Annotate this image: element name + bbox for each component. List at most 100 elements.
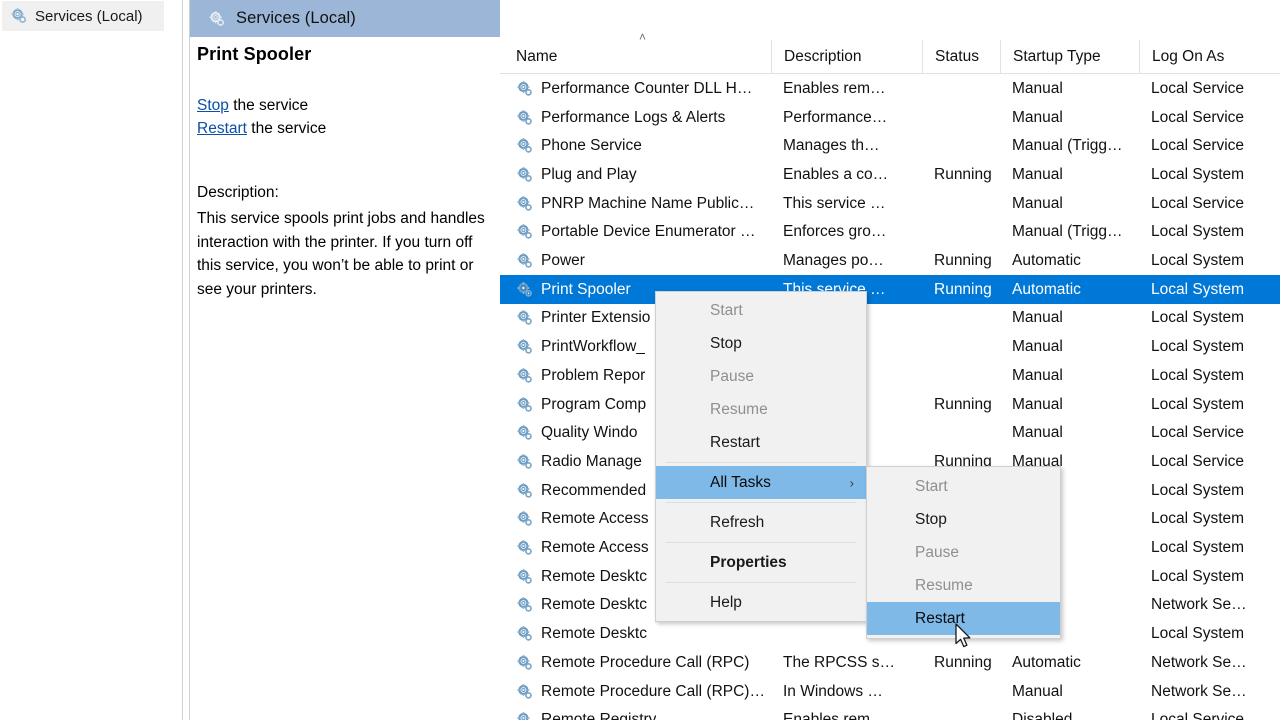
- service-gear-icon: [516, 654, 534, 672]
- cell-name: Radio Manage: [516, 448, 642, 477]
- service-gear-icon: [10, 7, 28, 25]
- table-row-selected[interactable]: Print SpoolerThis service …RunningAutoma…: [500, 275, 1280, 304]
- cell-startup-type: Manual: [1012, 161, 1063, 190]
- menu-item-label: Restart: [710, 434, 760, 452]
- all-tasks-submenu[interactable]: StartStopPauseResumeRestart: [866, 466, 1061, 639]
- table-row[interactable]: Printer Extensio…ManualLocal System: [500, 304, 1280, 333]
- menu-item-help[interactable]: Help: [656, 586, 866, 619]
- service-name-label: PNRP Machine Name Public…: [541, 195, 754, 213]
- service-name-label: Remote Access: [541, 510, 649, 528]
- service-gear-icon: [516, 166, 534, 184]
- table-row[interactable]: Performance Logs & AlertsPerformance…Man…: [500, 103, 1280, 132]
- cell-description: Manages th…: [783, 132, 880, 161]
- cell-startup-type: Manual: [1012, 362, 1063, 391]
- service-gear-icon: [516, 482, 534, 500]
- service-gear-icon: [516, 109, 534, 127]
- submenu-item-restart[interactable]: Restart: [867, 602, 1060, 635]
- table-row[interactable]: Remote Procedure Call (RPC)The RPCSS s…R…: [500, 649, 1280, 678]
- service-gear-icon: [516, 80, 534, 98]
- service-name-label: Problem Repor: [541, 367, 645, 385]
- column-header-status[interactable]: Status: [922, 40, 1000, 73]
- cell-log-on-as: Local Service: [1151, 103, 1244, 132]
- service-gear-icon: [516, 539, 534, 557]
- cell-startup-type: Manual: [1012, 390, 1063, 419]
- column-header-description[interactable]: Description: [771, 40, 922, 73]
- cell-name: PNRP Machine Name Public…: [516, 189, 754, 218]
- cell-name: Remote Desktc: [516, 562, 647, 591]
- submenu-item-pause: Pause: [867, 536, 1060, 569]
- tree-item-label: Services (Local): [35, 8, 143, 25]
- cell-startup-type: Manual: [1012, 75, 1063, 104]
- table-row[interactable]: Performance Counter DLL H…Enables rem…Ma…: [500, 75, 1280, 104]
- cell-log-on-as: Network Se…: [1151, 591, 1247, 620]
- service-gear-icon: [516, 711, 534, 720]
- cell-log-on-as: Local System: [1151, 218, 1244, 247]
- service-gear-icon: [516, 596, 534, 614]
- cell-log-on-as: Local System: [1151, 362, 1244, 391]
- submenu-item-stop[interactable]: Stop: [867, 503, 1060, 536]
- table-row[interactable]: Remote RegistryEnables rem…DisabledLocal…: [500, 706, 1280, 720]
- restart-service-link[interactable]: Restart: [197, 120, 247, 137]
- cell-log-on-as: Local System: [1151, 161, 1244, 190]
- tree-item-services-local[interactable]: Services (Local): [2, 1, 164, 31]
- table-row[interactable]: Program Comp…RunningManualLocal System: [500, 390, 1280, 419]
- menu-item-properties[interactable]: Properties: [656, 546, 866, 579]
- column-header-startup-type[interactable]: Startup Type: [1000, 40, 1139, 73]
- menu-item-label: Pause: [710, 368, 754, 386]
- cell-log-on-as: Local Service: [1151, 706, 1244, 720]
- service-name-label: Remote Desktc: [541, 625, 647, 643]
- service-gear-icon: [516, 281, 534, 299]
- cell-name: Remote Registry: [516, 706, 656, 720]
- cell-startup-type: Automatic: [1012, 275, 1081, 304]
- menu-item-stop[interactable]: Stop: [656, 327, 866, 360]
- service-gear-icon: [516, 195, 534, 213]
- cell-name: Printer Extensio: [516, 304, 650, 333]
- service-gear-icon: [516, 137, 534, 155]
- table-row[interactable]: PrintWorkflow_p…ManualLocal System: [500, 333, 1280, 362]
- stop-service-line: Stop the service: [197, 95, 326, 118]
- menu-item-label: Help: [710, 594, 742, 612]
- cell-startup-type: Manual: [1012, 333, 1063, 362]
- column-header-name[interactable]: Name: [500, 40, 771, 73]
- menu-item-label: Properties: [710, 554, 787, 572]
- cell-startup-type: Manual: [1012, 419, 1063, 448]
- cell-description: Manages po…: [783, 247, 884, 276]
- stop-service-link[interactable]: Stop: [197, 97, 229, 114]
- table-row[interactable]: PNRP Machine Name Public…This service …M…: [500, 189, 1280, 218]
- table-row[interactable]: Phone ServiceManages th…Manual (Trigg…Lo…: [500, 132, 1280, 161]
- menu-item-refresh[interactable]: Refresh: [656, 506, 866, 539]
- service-gear-icon: [516, 683, 534, 701]
- table-row[interactable]: Problem Repor…ManualLocal System: [500, 362, 1280, 391]
- cell-startup-type: Automatic: [1012, 247, 1081, 276]
- menu-item-all-tasks[interactable]: All Tasks›: [656, 466, 866, 499]
- cell-name: Remote Procedure Call (RPC): [516, 649, 749, 678]
- service-name-label: Remote Procedure Call (RPC): [541, 654, 749, 672]
- column-header-log-on-as[interactable]: Log On As: [1139, 40, 1280, 73]
- table-row[interactable]: Plug and PlayEnables a co…RunningManualL…: [500, 161, 1280, 190]
- menu-item-restart[interactable]: Restart: [656, 426, 866, 459]
- cell-log-on-as: Local Service: [1151, 419, 1244, 448]
- service-gear-icon: [516, 453, 534, 471]
- table-row[interactable]: Portable Device Enumerator …Enforces gro…: [500, 218, 1280, 247]
- menu-separator: [666, 542, 856, 543]
- pane-splitter-left[interactable]: [182, 0, 190, 720]
- cell-log-on-as: Local Service: [1151, 75, 1244, 104]
- cell-startup-type: Manual: [1012, 304, 1063, 333]
- cell-log-on-as: Local System: [1151, 390, 1244, 419]
- restart-service-line: Restart the service: [197, 118, 326, 141]
- cell-log-on-as: Local System: [1151, 275, 1244, 304]
- cell-name: Program Comp: [516, 390, 646, 419]
- submenu-item-label: Restart: [915, 610, 965, 628]
- context-menu[interactable]: StartStopPauseResumeRestartAll Tasks›Ref…: [655, 291, 867, 622]
- submenu-item-label: Pause: [915, 544, 959, 562]
- cell-name: Remote Access: [516, 505, 649, 534]
- table-row[interactable]: Remote Procedure Call (RPC)…In Windows ……: [500, 677, 1280, 706]
- table-row[interactable]: PowerManages po…RunningAutomaticLocal Sy…: [500, 247, 1280, 276]
- cell-log-on-as: Local Service: [1151, 132, 1244, 161]
- cell-log-on-as: Local System: [1151, 333, 1244, 362]
- cell-description: Enforces gro…: [783, 218, 886, 247]
- service-name-label: Quality Windo: [541, 424, 637, 442]
- table-row[interactable]: Quality Windon…ManualLocal Service: [500, 419, 1280, 448]
- cell-log-on-as: Local System: [1151, 247, 1244, 276]
- service-name-label: Remote Desktc: [541, 568, 647, 586]
